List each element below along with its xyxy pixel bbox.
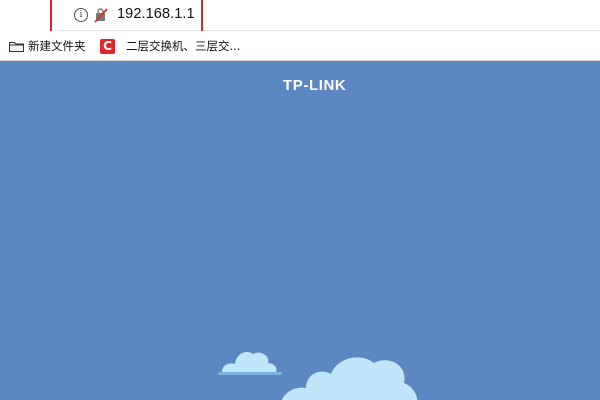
- bookmark-label: 新建文件夹: [28, 39, 86, 53]
- url-highlight-box: [50, 0, 203, 34]
- bookmarks-bar: 新建文件夹 C 二层交换机、三层交...: [0, 31, 600, 61]
- bookmark-switch-article[interactable]: 二层交换机、三层交...: [126, 37, 240, 55]
- large-cloud-icon: [281, 357, 418, 400]
- tp-link-logo: TP-LINK: [283, 77, 347, 94]
- bookmark-label: 二层交换机、三层交...: [126, 39, 241, 53]
- small-cloud-icon: [218, 352, 282, 375]
- c-site-icon: C: [100, 38, 115, 54]
- bookmark-c-site[interactable]: C: [100, 37, 115, 55]
- browser-chrome: i 192.168.1.1 新建文件夹 C 二层交换机、三层交...: [0, 0, 600, 61]
- bookmark-new-folder[interactable]: 新建文件夹: [9, 37, 86, 55]
- router-login-page: TP-LINK: [0, 61, 600, 400]
- folder-icon: [9, 41, 24, 52]
